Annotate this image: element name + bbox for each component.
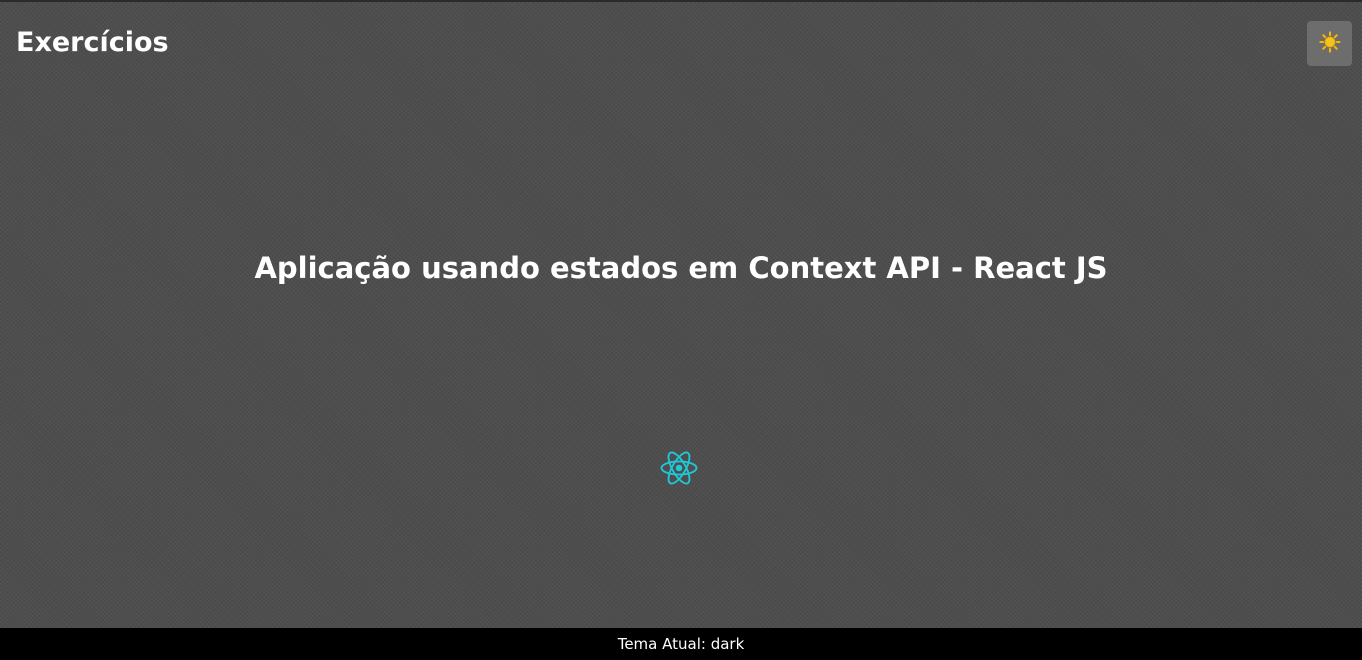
app-title: Exercícios — [16, 27, 169, 58]
current-theme-value: dark — [710, 635, 745, 653]
current-theme-label: Tema Atual: — [617, 635, 706, 653]
sun-icon — [1318, 31, 1341, 56]
main-content: Aplicação usando estados em Context API … — [0, 82, 1362, 628]
page-heading: Aplicação usando estados em Context API … — [254, 251, 1108, 285]
app-header: Exercícios — [0, 2, 1362, 82]
react-logo-icon — [659, 449, 699, 487]
theme-toggle-button[interactable] — [1307, 21, 1352, 66]
current-theme-status: Tema Atual: dark — [618, 628, 745, 660]
footer: Tema Atual: dark — [0, 628, 1362, 660]
